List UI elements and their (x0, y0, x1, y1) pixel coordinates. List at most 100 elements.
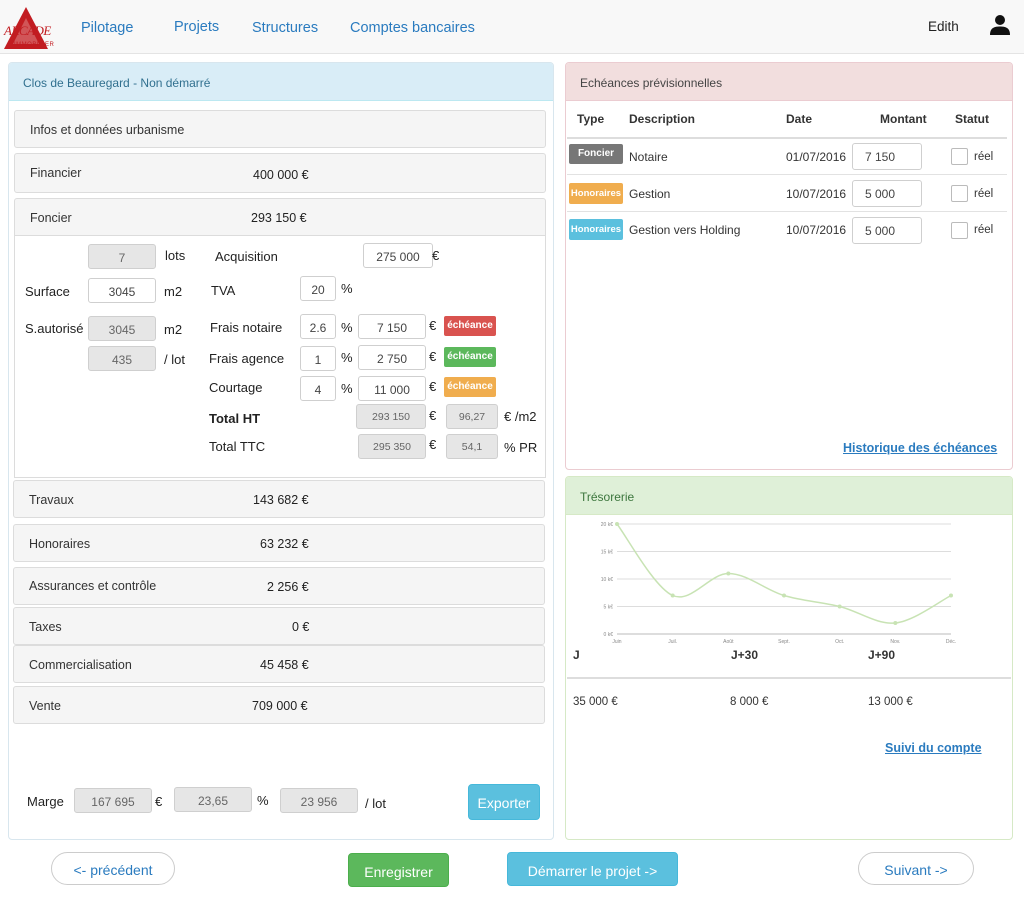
notaire-amount-input[interactable]: 7 150 (358, 314, 426, 339)
row-statut-checkbox[interactable] (951, 185, 968, 202)
total-ttc-label: Total TTC (209, 439, 266, 454)
section-assurances[interactable]: Assurances et contrôle 2 256 € (13, 567, 545, 605)
save-button[interactable]: Enregistrer (348, 853, 449, 887)
sauto-label: S.autorisé (25, 321, 84, 336)
brand-logo[interactable]: ARCADE IMMOBILIER (2, 4, 54, 52)
nav-comptes-bancaires[interactable]: Comptes bancaires (350, 20, 475, 36)
marge-pct-unit: % (257, 793, 269, 808)
acquisition-unit: € (432, 248, 440, 263)
total-ht-m2-input[interactable]: 96,27 (446, 404, 498, 429)
surface-input[interactable]: 3045 (88, 278, 156, 303)
row-montant-input[interactable]: 5 000 (852, 217, 922, 244)
chart-x-tick: Août (723, 639, 734, 645)
section-taxes-value: 0 € (292, 620, 310, 634)
courtage-amount-input[interactable]: 11 000 (358, 376, 426, 401)
total-ttc-pr-unit: % PR (504, 440, 538, 455)
notaire-pct-input[interactable]: 2.6 (300, 314, 336, 339)
courtage-label: Courtage (209, 380, 263, 395)
tva-input[interactable]: 20 (300, 276, 336, 301)
agence-amount-input[interactable]: 2 750 (358, 345, 426, 370)
next-button[interactable]: Suivant -> (858, 852, 974, 885)
marge-perlot-input[interactable]: 23 956 (280, 788, 358, 813)
brand-name: ARCADE (4, 23, 51, 38)
row-statut-checkbox[interactable] (951, 222, 968, 239)
row-divider (567, 174, 1007, 175)
top-navbar: ARCADE IMMOBILIER Pilotage Projets Struc… (0, 0, 1024, 54)
notaire-echeance-button[interactable]: échéance (444, 316, 496, 336)
courtage-pct-input[interactable]: 4 (300, 376, 336, 401)
row-date: 10/07/2016 (786, 187, 847, 201)
section-infos[interactable]: Infos et données urbanisme (14, 110, 546, 148)
agence-label: Frais agence (209, 351, 285, 366)
marge-pct-input[interactable]: 23,65 (174, 787, 252, 812)
start-project-button[interactable]: Démarrer le projet -> (507, 852, 678, 886)
row-description: Notaire (629, 150, 668, 164)
agence-pct-input[interactable]: 1 (300, 346, 336, 371)
treso-value-j30: 8 000 € (730, 696, 769, 708)
section-vente[interactable]: Vente 709 000 € (13, 686, 545, 724)
chart-point (615, 522, 619, 526)
total-ht-label: Total HT (209, 411, 261, 426)
section-financier[interactable]: Financier 400 000 € (14, 153, 546, 193)
section-commercialisation[interactable]: Commercialisation 45 458 € (13, 645, 545, 683)
treso-header-j30: J+30 (731, 648, 759, 662)
historique-link[interactable]: Historique des échéances (843, 441, 997, 455)
perlot-unit: / lot (164, 352, 185, 367)
section-travaux-label: Travaux (29, 493, 74, 507)
row-montant-input[interactable]: 7 150 (852, 143, 922, 170)
suivi-compte-link[interactable]: Suivi du compte (885, 741, 982, 755)
tresorerie-chart: 0 k€ 5 k€ 10 k€ 15 k€ 20 k€ Juin Juil. Août Sept… (601, 522, 956, 645)
sauto-unit: m2 (164, 322, 183, 337)
brand-subtitle: IMMOBILIER (14, 42, 55, 48)
section-foncier[interactable]: Foncier 293 150 € (14, 198, 546, 236)
surface-label: Surface (25, 284, 70, 299)
type-badge: Honoraires (569, 183, 623, 204)
chart-x-tick: Déc. (946, 639, 956, 645)
user-icon[interactable] (990, 14, 1010, 36)
total-ttc-input[interactable]: 295 350 (358, 434, 426, 459)
notaire-pct-unit: % (341, 320, 353, 335)
tva-unit: % (341, 281, 353, 296)
row-date: 01/07/2016 (786, 150, 847, 164)
section-vente-value: 709 000 € (252, 699, 308, 713)
type-badge: Foncier (569, 144, 623, 164)
row-description: Gestion (629, 187, 671, 201)
treso-value-j90: 13 000 € (868, 696, 913, 708)
courtage-pct-unit: % (341, 381, 353, 396)
section-taxes[interactable]: Taxes 0 € (13, 607, 545, 645)
agence-echeance-button[interactable]: échéance (444, 347, 496, 367)
chart-y-tick: 15 k€ (601, 550, 613, 556)
nav-pilotage[interactable]: Pilotage (81, 20, 133, 36)
lots-input[interactable]: 7 (88, 244, 156, 269)
chart-point (893, 621, 898, 625)
acquisition-input[interactable]: 275 000 (363, 243, 433, 268)
total-ttc-unit: € (429, 437, 437, 452)
total-ht-input[interactable]: 293 150 (356, 404, 426, 429)
treso-header-j90: J+90 (868, 648, 896, 662)
nav-structures[interactable]: Structures (252, 20, 318, 36)
row-statut-checkbox[interactable] (951, 148, 968, 165)
total-ttc-pr-input[interactable]: 54,1 (446, 434, 498, 459)
table-header-divider (567, 137, 1007, 139)
marge-value-input[interactable]: 167 695 (74, 788, 152, 813)
row-statut-label: réel (974, 188, 994, 200)
courtage-echeance-button[interactable]: échéance (444, 377, 496, 397)
tva-label: TVA (211, 283, 236, 298)
section-travaux[interactable]: Travaux 143 682 € (13, 480, 545, 518)
previous-button[interactable]: <- précédent (51, 852, 175, 885)
section-honoraires-value: 63 232 € (260, 537, 309, 551)
nav-projets[interactable]: Projets (174, 19, 219, 35)
section-honoraires[interactable]: Honoraires 63 232 € (13, 524, 545, 562)
section-vente-label: Vente (29, 699, 61, 713)
row-montant-input[interactable]: 5 000 (852, 180, 922, 207)
col-montant: Montant (880, 112, 927, 126)
sauto-input[interactable]: 3045 (88, 316, 156, 341)
lots-unit: lots (165, 248, 186, 263)
section-financier-value: 400 000 € (253, 168, 309, 182)
col-statut: Statut (955, 112, 989, 126)
section-commercialisation-value: 45 458 € (260, 658, 309, 672)
export-button[interactable]: Exporter (468, 784, 540, 820)
chart-x-tick: Sept. (778, 639, 790, 645)
user-name[interactable]: Edith (928, 19, 959, 34)
perlot-input[interactable]: 435 (88, 346, 156, 371)
